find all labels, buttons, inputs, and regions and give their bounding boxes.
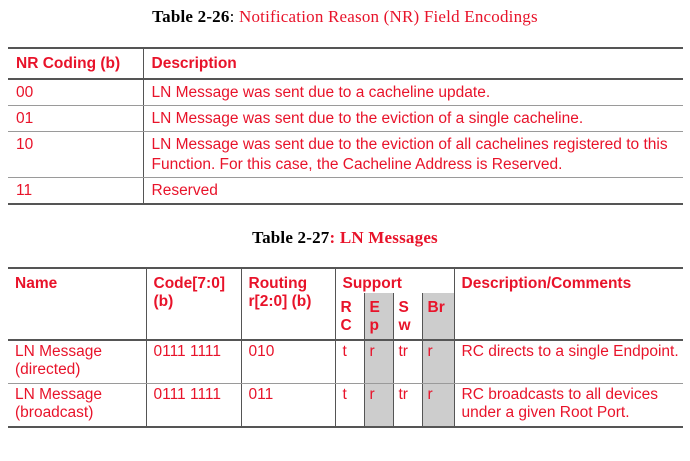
support-sw-cell: tr [392, 383, 422, 428]
table-row: LN Message (directed) 0111 1111 010 t r … [8, 340, 684, 384]
nr-encodings-table: NR Coding (b) Description 00 LN Message … [8, 47, 683, 205]
header-support-ep: E p [363, 293, 393, 341]
description-cell: RC directs to a single Endpoint. [454, 340, 684, 384]
nr-description-cell: LN Message was sent due to the eviction … [143, 105, 683, 132]
header-support-sw: S w [392, 293, 422, 341]
table1-caption: Table 2-26: Notification Reason (NR) Fie… [0, 7, 690, 27]
table2-caption-number: Table 2-27 [252, 228, 330, 247]
header-code: Code[7:0] (b) [146, 267, 242, 341]
nr-code-cell: 10 [8, 131, 144, 178]
message-name-cell: LN Message (directed) [8, 340, 147, 384]
nr-description-cell: Reserved [143, 177, 683, 205]
support-ep-cell: r [363, 340, 393, 384]
support-ep-cell: r [363, 383, 393, 428]
table-row: 10 LN Message was sent due to the evicti… [8, 131, 683, 178]
support-br-cell: r [421, 383, 455, 428]
header-name: Name [8, 267, 147, 341]
description-cell: RC broadcasts to all devices under a giv… [454, 383, 684, 428]
support-rc-cell: t [335, 340, 364, 384]
support-br-cell: r [421, 340, 455, 384]
table1-caption-number: Table 2-26 [152, 7, 230, 26]
table1-caption-title: Notification Reason (NR) Field Encodings [234, 7, 538, 26]
table-header-row: NR Coding (b) Description [8, 47, 683, 80]
ln-messages-table: Name Code[7:0] (b) Routing r[2:0] (b) Su… [8, 267, 684, 428]
header-routing: Routing r[2:0] (b) [241, 267, 336, 341]
table-row: 11 Reserved [8, 177, 683, 205]
support-sw-cell: tr [392, 340, 422, 384]
code-cell: 0111 1111 [146, 383, 242, 428]
nr-code-cell: 11 [8, 177, 144, 205]
table-row: 00 LN Message was sent due to a cachelin… [8, 79, 683, 106]
code-cell: 0111 1111 [146, 340, 242, 384]
table2-caption-title: : LN Messages [329, 228, 438, 247]
header-description-comments: Description/Comments [454, 267, 684, 341]
routing-cell: 010 [241, 340, 336, 384]
table-row: LN Message (broadcast) 0111 1111 011 t r… [8, 383, 684, 428]
header-support: Support [335, 267, 455, 293]
table2-caption: Table 2-27: LN Messages [0, 228, 690, 248]
nr-description-cell: LN Message was sent due to the eviction … [143, 131, 683, 178]
nr-code-cell: 00 [8, 79, 144, 106]
message-name-cell: LN Message (broadcast) [8, 383, 147, 428]
header-nr-coding: NR Coding (b) [8, 47, 144, 80]
nr-description-cell: LN Message was sent due to a cacheline u… [143, 79, 683, 106]
header-support-br: Br [421, 293, 455, 341]
table-header-row: Name Code[7:0] (b) Routing r[2:0] (b) Su… [8, 267, 684, 341]
table-row: 01 LN Message was sent due to the evicti… [8, 105, 683, 132]
nr-code-cell: 01 [8, 105, 144, 132]
routing-cell: 011 [241, 383, 336, 428]
header-description: Description [143, 47, 683, 80]
header-support-rc: R C [335, 293, 364, 341]
support-rc-cell: t [335, 383, 364, 428]
